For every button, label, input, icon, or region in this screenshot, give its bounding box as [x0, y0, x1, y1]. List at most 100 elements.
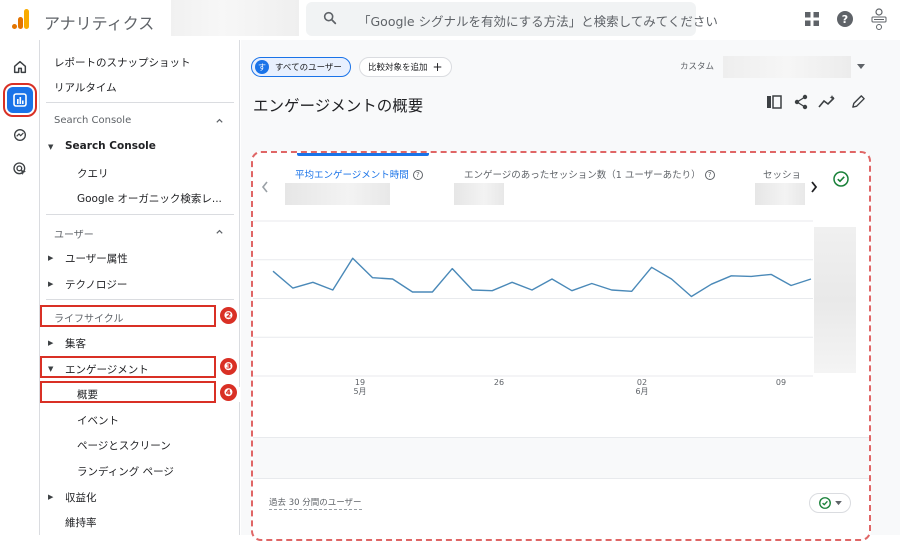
- date-range-value[interactable]: [723, 56, 851, 78]
- x-tick-day: 26: [484, 378, 514, 387]
- chart-grid: [253, 221, 813, 376]
- report-navigation: レポートのスナップショット リアルタイム Search Console ▼ Se…: [40, 40, 240, 535]
- nav-group-user-attributes[interactable]: ▶ ユーザー属性: [40, 251, 240, 266]
- nav-group-search-console[interactable]: ▼ Search Console: [40, 140, 240, 152]
- home-icon: [12, 59, 28, 75]
- nav-section-search-console[interactable]: Search Console: [54, 115, 254, 126]
- bar-chart-icon: [13, 93, 27, 107]
- tab-label: エンゲージのあったセッション数（1 ユーザーあたり）: [464, 170, 701, 181]
- edit-pencil-icon[interactable]: [851, 94, 866, 109]
- caret-down-icon: [835, 501, 842, 506]
- nav-group-label: 収益化: [65, 492, 97, 504]
- chevron-right-icon[interactable]: [810, 181, 818, 193]
- status-dropdown[interactable]: [809, 493, 851, 513]
- all-users-chip[interactable]: す すべてのユーザー: [251, 57, 351, 77]
- search-input[interactable]: 「Google シグナルを有効にする方法」と検索してみてください: [306, 2, 696, 36]
- nav-section-label: ユーザー: [54, 230, 94, 241]
- annotation-badge-2: ❷: [220, 307, 237, 324]
- chevron-up-icon: [215, 227, 224, 236]
- nav-item-realtime[interactable]: リアルタイム: [54, 80, 254, 95]
- caret-right-icon: ▶: [48, 493, 53, 501]
- divider: [46, 299, 234, 300]
- metric-value: [755, 183, 805, 205]
- segment-initial: す: [255, 60, 269, 74]
- metric-value: [285, 183, 390, 205]
- account-avatar-icon[interactable]: [870, 7, 888, 31]
- x-tick-label: 09: [766, 378, 796, 387]
- highlight-lifecycle: [40, 305, 216, 327]
- help-icon[interactable]: ?: [413, 170, 423, 180]
- caret-right-icon: ▶: [48, 254, 53, 262]
- nav-group-label: Search Console: [65, 140, 156, 152]
- chip-label: 比較対象を追加: [368, 61, 428, 73]
- metric-value: [454, 183, 504, 205]
- x-tick-label: 195月: [345, 378, 375, 396]
- tab-engaged-sessions-per-user[interactable]: エンゲージのあったセッション数（1 ユーザーあたり）?: [464, 167, 715, 181]
- app-title: アナリティクス: [44, 10, 154, 34]
- chart-side-panel: [814, 227, 856, 373]
- metrics-card: 平均エンゲージメント時間? エンゲージのあったセッション数（1 ユーザーあたり）…: [251, 151, 871, 541]
- series-points: [273, 258, 811, 296]
- annotation-badge-4: ❹: [220, 384, 237, 401]
- x-tick-day: 02: [627, 378, 657, 387]
- explore-button[interactable]: [7, 122, 33, 148]
- caret-right-icon: ▶: [48, 339, 53, 347]
- search-icon: [322, 10, 338, 26]
- home-button[interactable]: [7, 54, 33, 80]
- add-comparison-button[interactable]: 比較対象を追加 +: [359, 57, 452, 77]
- left-rail: [0, 40, 40, 535]
- apps-grid-icon[interactable]: [805, 12, 819, 26]
- x-tick-month: 6月: [627, 387, 657, 396]
- nav-item-retention[interactable]: 維持率: [65, 515, 265, 530]
- x-tick-month: 5月: [345, 387, 375, 396]
- nav-group-label: テクノロジー: [65, 279, 127, 291]
- annotation-badge-3: ❸: [220, 358, 237, 375]
- x-tick-label: 26: [484, 378, 514, 387]
- nav-item-snapshot[interactable]: レポートのスナップショット: [54, 55, 254, 70]
- account-selector[interactable]: [171, 0, 299, 36]
- tab-sessions[interactable]: セッショ: [763, 167, 801, 181]
- chevron-up-icon: [215, 116, 224, 125]
- svg-text:?: ?: [842, 13, 848, 26]
- users-last-30-min-title: 過去 30 分間のユーザー: [269, 496, 362, 510]
- divider: [46, 214, 234, 215]
- nav-group-acquisition[interactable]: ▶ 集客: [40, 336, 240, 351]
- date-range-label: カスタム: [680, 60, 714, 72]
- main-content: す すべてのユーザー 比較対象を追加 + カスタム エンゲージメントの概要 平均…: [241, 40, 900, 535]
- nav-group-monetization[interactable]: ▶ 収益化: [40, 490, 240, 505]
- divider: [46, 102, 234, 103]
- nav-group-label: 集客: [65, 338, 86, 350]
- nav-section-label: Search Console: [54, 115, 131, 126]
- customize-columns-icon[interactable]: [766, 94, 782, 110]
- line-chart: [253, 213, 813, 388]
- reports-button[interactable]: [7, 87, 33, 113]
- top-bar: アナリティクス 「Google シグナルを有効にする方法」と検索してみてください…: [0, 0, 900, 40]
- plus-icon: +: [433, 62, 443, 72]
- caret-down-icon[interactable]: [857, 64, 865, 70]
- analytics-logo-icon[interactable]: [12, 9, 30, 29]
- target-cursor-icon: [12, 161, 28, 177]
- caret-right-icon: ▶: [48, 280, 53, 288]
- x-tick-label: 026月: [627, 378, 657, 396]
- tab-label: 平均エンゲージメント時間: [295, 170, 409, 181]
- chip-label: すべてのユーザー: [275, 61, 342, 73]
- x-tick-day: 19: [345, 378, 375, 387]
- nav-section-user[interactable]: ユーザー: [54, 226, 254, 241]
- help-icon[interactable]: ?: [705, 170, 715, 180]
- caret-down-icon: ▼: [48, 143, 53, 151]
- card-divider-band: [253, 437, 869, 479]
- explore-icon: [12, 127, 28, 143]
- chevron-left-icon[interactable]: [261, 181, 269, 193]
- tab-avg-engagement-time[interactable]: 平均エンゲージメント時間?: [295, 167, 423, 181]
- check-circle-icon[interactable]: [833, 171, 849, 187]
- nav-group-technology[interactable]: ▶ テクノロジー: [40, 277, 240, 292]
- highlight-engagement: [40, 356, 216, 378]
- highlight-overview: [40, 381, 216, 403]
- advertising-button[interactable]: [7, 156, 33, 182]
- series-line: [273, 258, 811, 296]
- search-placeholder: 「Google シグナルを有効にする方法」と検索してみてください: [358, 11, 718, 30]
- share-icon[interactable]: [793, 94, 809, 110]
- help-icon[interactable]: ?: [837, 11, 853, 27]
- active-tab-indicator: [297, 153, 429, 156]
- insights-icon[interactable]: [818, 94, 836, 110]
